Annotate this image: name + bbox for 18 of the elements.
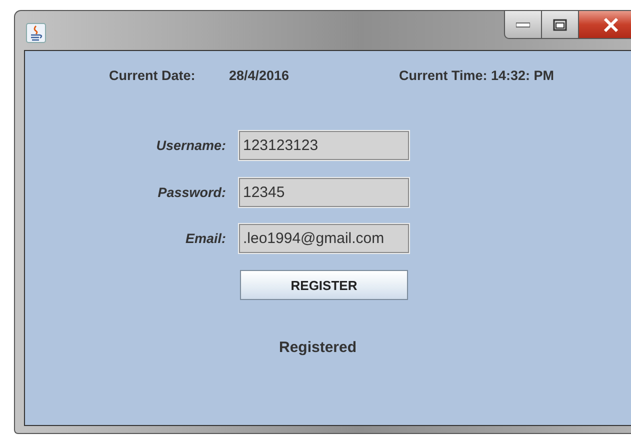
- minimize-icon: [516, 22, 530, 28]
- close-button[interactable]: [579, 11, 631, 39]
- input-field[interactable]: 12345: [239, 178, 409, 207]
- input-field[interactable]: .leo1994@gmail.com: [239, 224, 409, 253]
- status-message: Registered: [279, 339, 358, 356]
- app-icon: [26, 23, 46, 43]
- minimize-button[interactable]: [504, 11, 542, 39]
- maximize-icon: [553, 18, 567, 30]
- maximize-button[interactable]: [542, 11, 579, 39]
- time-label: Current Time: 14:32: PM: [399, 68, 554, 83]
- close-icon: [603, 18, 619, 32]
- date-value: 28/4/2016: [229, 68, 290, 83]
- date-label: Current Date:: [109, 68, 196, 83]
- field-label: Email:: [184, 231, 226, 246]
- field-label: Username:: [155, 138, 226, 153]
- register-button[interactable]: REGISTER: [240, 270, 408, 300]
- field-label: Password:: [156, 185, 226, 200]
- input-field[interactable]: 123123123: [239, 131, 409, 160]
